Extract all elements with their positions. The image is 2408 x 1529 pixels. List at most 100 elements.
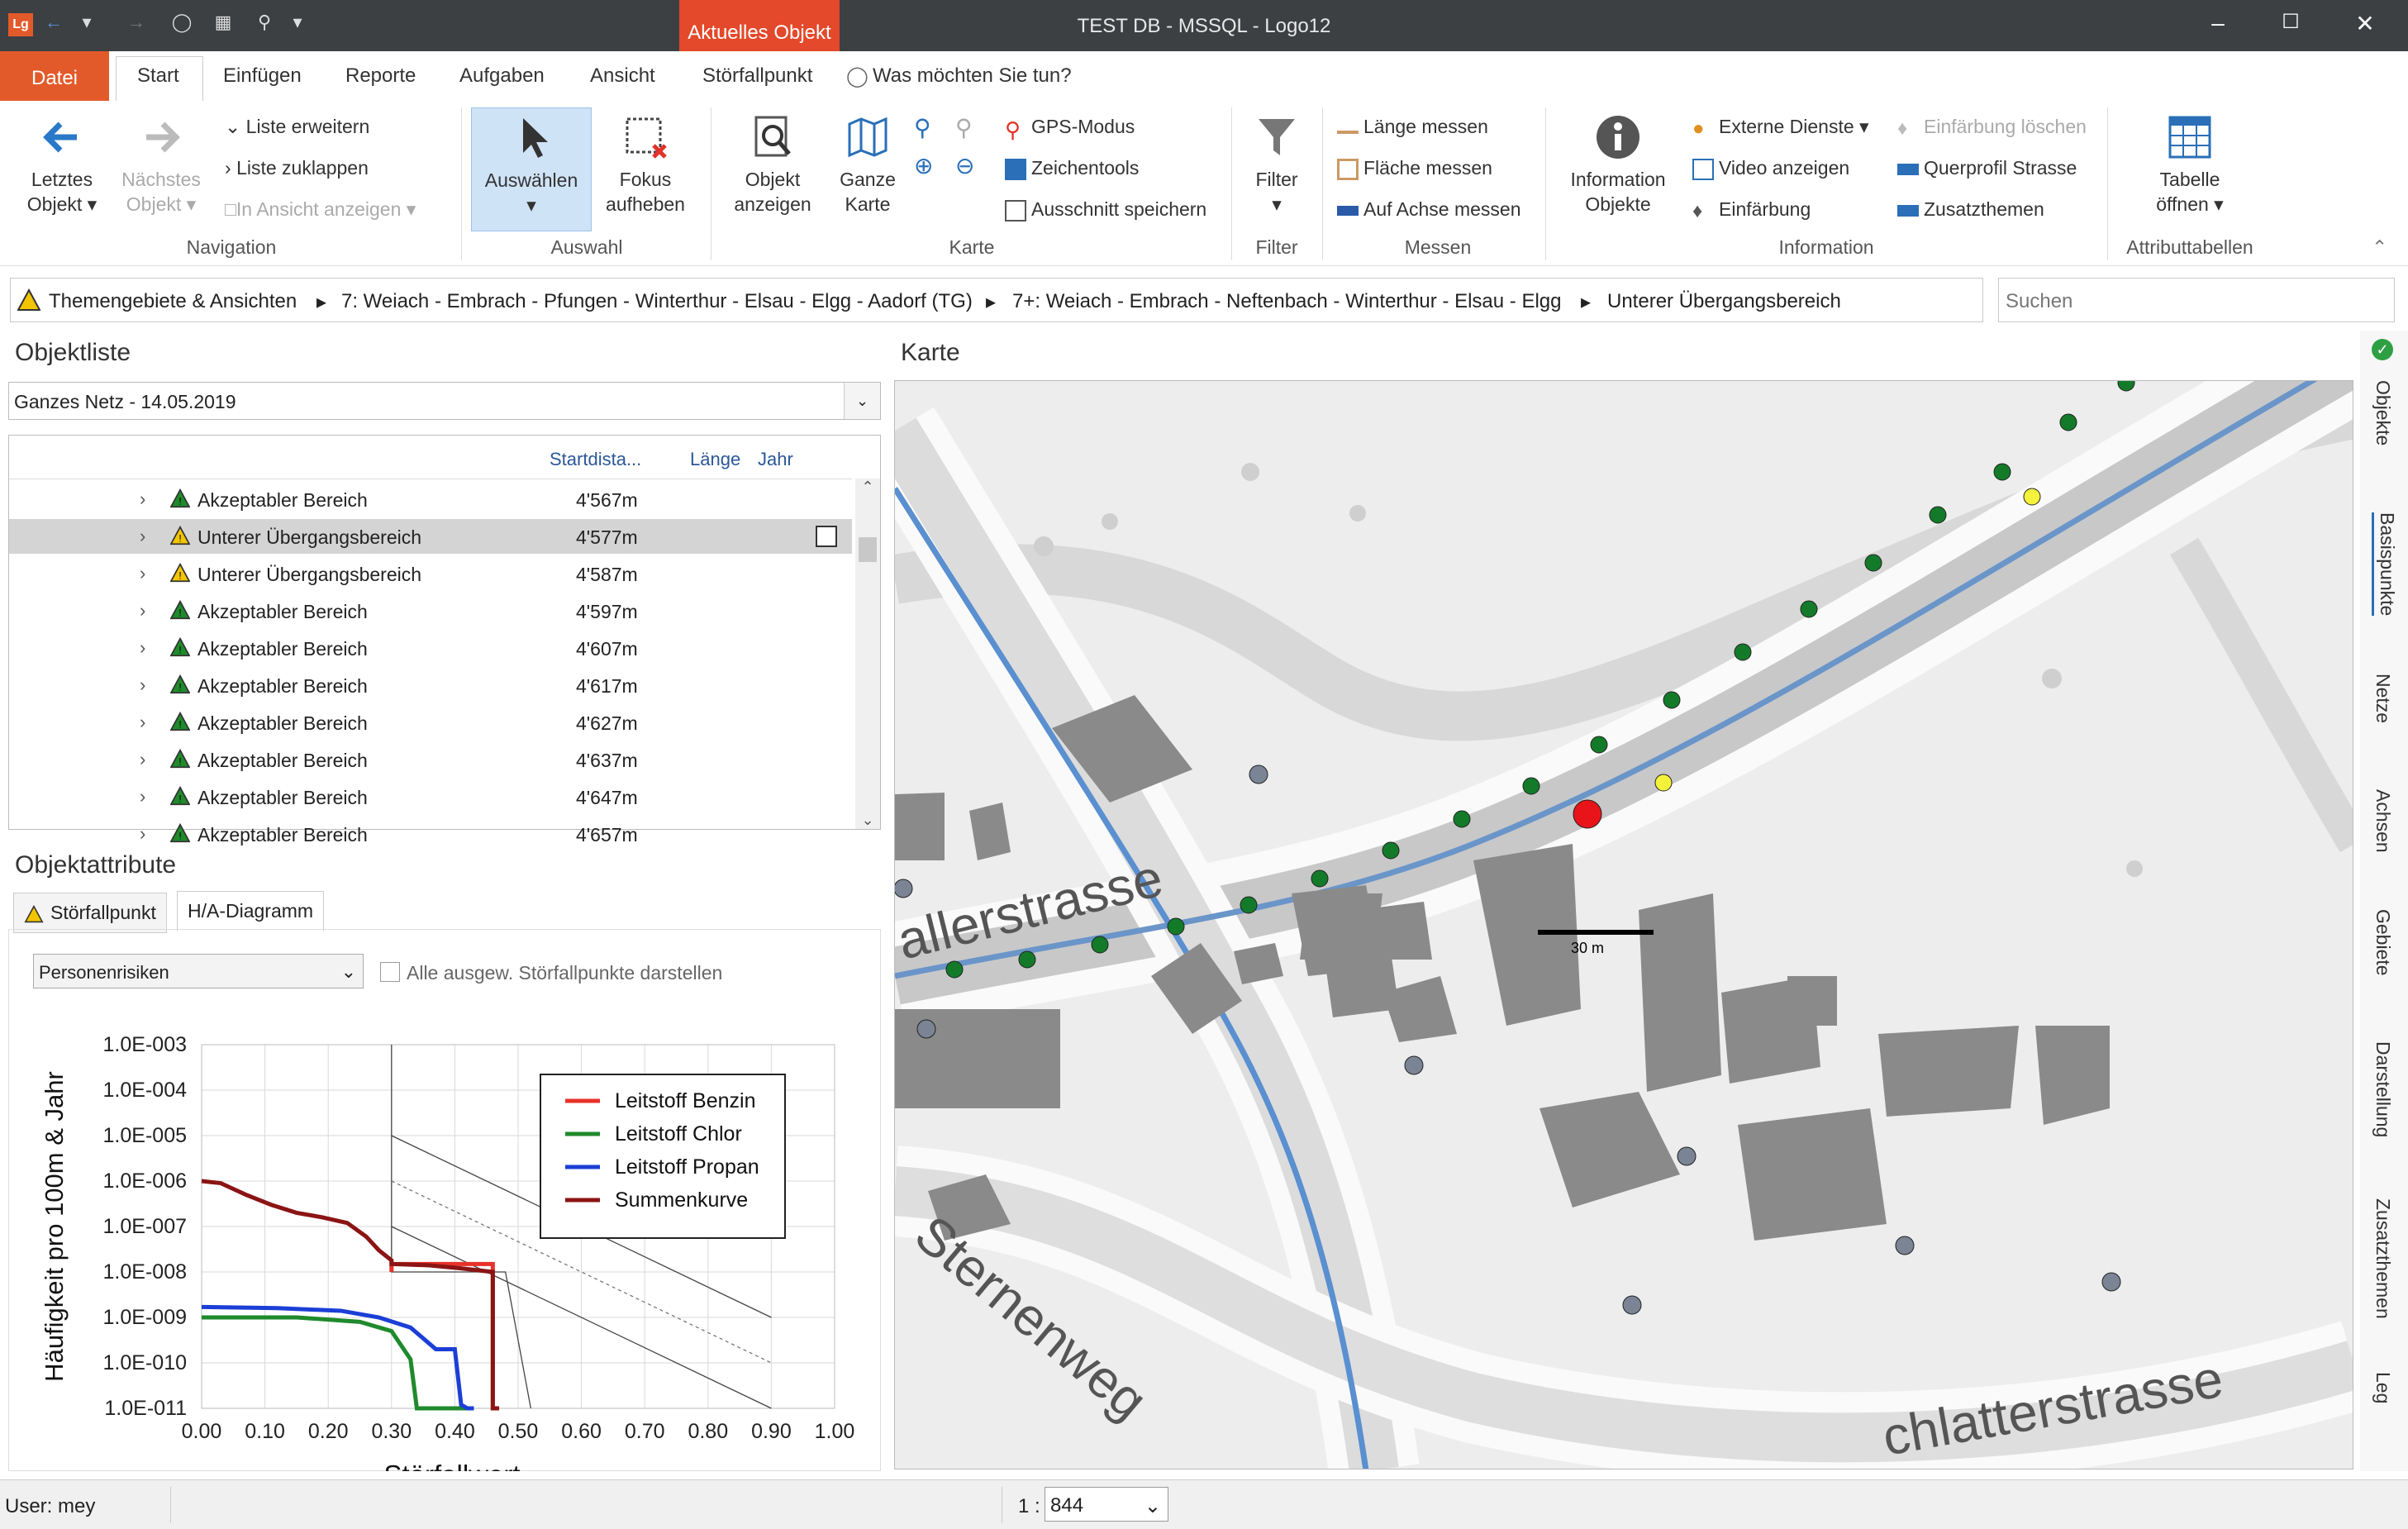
basispunkt-green[interactable] (1167, 917, 1185, 936)
tab-einfuegen[interactable]: Einfügen (223, 64, 302, 88)
expand-chevron-icon[interactable]: › (140, 526, 145, 547)
map-point-grey[interactable] (1622, 1295, 1642, 1315)
basispunkt-green[interactable] (1993, 463, 2011, 481)
risk-type-select[interactable]: Personenrisiken ⌄ (33, 954, 364, 988)
current-object-marker[interactable] (1573, 799, 1602, 829)
measure-axis-button[interactable]: Auf Achse messen (1337, 198, 1521, 221)
side-tab[interactable]: Zusatzthemen (2372, 1198, 2394, 1319)
expand-chevron-icon[interactable]: › (140, 749, 145, 770)
tab-ansicht[interactable]: Ansicht (590, 64, 655, 88)
network-select[interactable]: Ganzes Netz - 14.05.2019 ⌄ (8, 382, 881, 420)
column-header-laenge[interactable]: Länge (690, 449, 740, 470)
expand-chevron-icon[interactable]: › (140, 637, 145, 659)
scroll-down-icon[interactable]: ⌄ (855, 812, 880, 829)
show-in-view-button[interactable]: □In Ansicht anzeigen ▾ (225, 198, 416, 221)
list-item[interactable]: ›! Akzeptabler Bereich 4'637m (9, 742, 852, 777)
basispunkt-green[interactable] (1590, 736, 1608, 754)
list-item[interactable]: ›! Unterer Übergangsbereich 4'587m (9, 556, 852, 591)
minimize-button[interactable]: – (2201, 10, 2234, 40)
scrollbar-thumb[interactable] (859, 537, 877, 562)
basispunkt-green[interactable] (945, 960, 964, 979)
side-tab[interactable]: Leg (2372, 1372, 2394, 1403)
zoom-out-icon[interactable]: ⊖ (955, 152, 974, 179)
coloring-button[interactable]: ♦ Einfärbung (1692, 198, 1811, 222)
expand-chevron-icon[interactable]: › (140, 712, 145, 733)
list-item[interactable]: ›! Akzeptabler Bereich 4'607m (9, 631, 852, 665)
whole-map-button[interactable]: Ganze Karte (826, 112, 909, 217)
map-point-grey[interactable] (2101, 1272, 2121, 1292)
expand-chevron-icon[interactable]: › (140, 823, 145, 845)
open-table-button[interactable]: Tabelle öffnen ▾ (2132, 112, 2248, 217)
basispunkt-green[interactable] (1663, 691, 1681, 709)
basispunkt-yellow[interactable] (1654, 774, 1673, 792)
external-services-button[interactable]: ● Externe Dienste ▾ (1692, 116, 1869, 140)
video-button[interactable]: Video anzeigen (1692, 157, 1849, 180)
column-header-startdistanz[interactable]: Startdista... (550, 449, 641, 470)
side-tab[interactable]: Gebiete (2372, 909, 2394, 976)
expand-chevron-icon[interactable]: › (140, 674, 145, 696)
zoom-in-icon[interactable]: ⊕ (914, 152, 933, 179)
map-point-grey[interactable] (895, 879, 913, 898)
info-objects-button[interactable]: Information Objekte (1560, 112, 1676, 217)
extra-themes-button[interactable]: Zusatzthemen (1897, 198, 2044, 221)
map-point-grey[interactable] (1249, 764, 1268, 784)
basispunkt-green[interactable] (1800, 600, 1818, 618)
tab-stoerfallpunkt-attr[interactable]: Störfallpunkt (13, 893, 167, 933)
side-tab[interactable]: Netze (2372, 674, 2394, 723)
list-item[interactable]: ›! Akzeptabler Bereich 4'617m (9, 668, 852, 703)
side-tab[interactable]: Objekte (2372, 380, 2394, 445)
side-tab[interactable]: Achsen (2372, 789, 2394, 853)
maximize-button[interactable]: ☐ (2274, 10, 2307, 40)
last-object-button[interactable]: Letztes Objekt ▾ (17, 112, 107, 217)
tab-stoerfallpunkt[interactable]: Störfallpunkt (702, 64, 812, 88)
basispunkt-green[interactable] (1522, 777, 1540, 795)
basispunkt-green[interactable] (1864, 554, 1882, 572)
filter-button[interactable]: Filter ▾ (1240, 112, 1314, 217)
scrollbar[interactable]: ⌃ ⌄ (855, 479, 880, 829)
scale-select[interactable]: 844 ⌄ (1045, 1487, 1168, 1522)
expand-chevron-icon[interactable]: › (140, 488, 145, 510)
breadcrumb-item[interactable]: 7: Weiach - Embrach - Pfungen - Winterth… (341, 290, 973, 313)
basispunkt-green[interactable] (1091, 936, 1109, 954)
tell-me-input[interactable]: Was möchten Sie tun? (873, 64, 1072, 88)
list-item[interactable]: ›! Akzeptabler Bereich 4'647m (9, 779, 852, 814)
clear-coloring-button[interactable]: ♦ Einfärbung löschen (1897, 116, 2087, 140)
measure-length-button[interactable]: Länge messen (1337, 116, 1488, 138)
side-tab[interactable]: Basispunkte (2372, 512, 2398, 617)
basispunkt-green[interactable] (1240, 896, 1258, 914)
list-item[interactable]: ›! Akzeptabler Bereich 4'627m (9, 705, 852, 740)
next-object-button[interactable]: Nächstes Objekt ▾ (116, 112, 207, 217)
expand-chevron-icon[interactable]: › (140, 786, 145, 807)
basispunkt-green[interactable] (1734, 643, 1752, 661)
map-point-grey[interactable] (1677, 1146, 1697, 1166)
show-all-checkbox[interactable] (380, 962, 400, 982)
tab-reporte[interactable]: Reporte (345, 64, 416, 88)
zoom-pan-icon[interactable]: ⚲ (955, 114, 973, 141)
basispunkt-green[interactable] (1453, 810, 1471, 828)
list-item[interactable]: ›! Akzeptabler Bereich 4'567m (9, 482, 852, 517)
breadcrumb-item[interactable]: Unterer Übergangsbereich (1607, 290, 1841, 313)
tab-start[interactable]: Start (137, 64, 179, 88)
search-input[interactable]: Suchen (1998, 278, 2395, 322)
expand-chevron-icon[interactable]: › (140, 600, 145, 622)
basispunkt-green[interactable] (1929, 506, 1947, 524)
row-checkbox[interactable] (816, 526, 837, 547)
select-button[interactable]: Auswählen ▾ (471, 107, 592, 231)
list-item[interactable]: ›! Unterer Übergangsbereich 4'577m (9, 519, 852, 554)
map-point-grey[interactable] (916, 1019, 936, 1039)
zoom-search-icon[interactable]: ⚲ (914, 114, 931, 141)
basispunkt-green[interactable] (1382, 841, 1400, 860)
unfocus-button[interactable]: Fokus aufheben (600, 112, 691, 217)
road-profile-button[interactable]: Querprofil Strasse (1897, 157, 2077, 179)
save-clip-button[interactable]: Ausschnitt speichern (1005, 198, 1206, 221)
basispunkt-green[interactable] (1311, 869, 1329, 888)
map-point-grey[interactable] (1895, 1236, 1915, 1255)
expand-chevron-icon[interactable]: › (140, 563, 145, 584)
measure-area-button[interactable]: Fläche messen (1337, 157, 1492, 180)
show-object-button[interactable]: Objekt anzeigen (727, 112, 818, 217)
tab-ha-diagramm[interactable]: H/A-Diagramm (177, 891, 325, 931)
expand-list-button[interactable]: ⌄ Liste erweitern (225, 116, 369, 138)
map-point-grey[interactable] (1404, 1055, 1424, 1075)
list-item[interactable]: ›! Akzeptabler Bereich 4'597m (9, 593, 852, 628)
collapse-list-button[interactable]: › Liste zuklappen (225, 157, 369, 179)
